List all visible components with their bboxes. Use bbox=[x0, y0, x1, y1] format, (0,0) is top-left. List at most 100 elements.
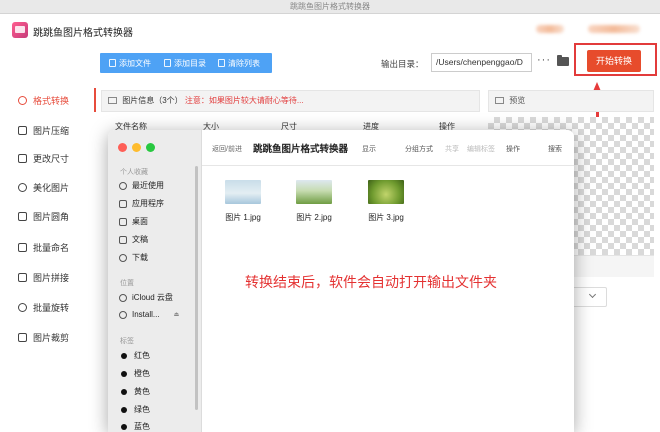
view-button[interactable]: 显示 bbox=[362, 144, 376, 154]
sidebar-item-compress[interactable]: 图片压缩 bbox=[0, 118, 96, 142]
rename-icon bbox=[18, 242, 27, 252]
finder-tag-label: 红色 bbox=[134, 351, 150, 360]
file-button-group: 添加文件 添加目录 清除列表 bbox=[100, 53, 272, 73]
finder-item-desktop[interactable]: 桌面 bbox=[119, 216, 148, 227]
add-file-button[interactable]: 添加文件 bbox=[100, 53, 160, 73]
file-name: 图片 1.jpg bbox=[225, 213, 261, 222]
app-header: 跳跳鱼图片格式转换器 bbox=[0, 14, 660, 46]
crop-icon bbox=[18, 332, 27, 342]
tag-dot-icon bbox=[121, 352, 127, 359]
tag-dot-icon bbox=[121, 423, 127, 430]
finder-tag-label: 黄色 bbox=[134, 387, 150, 396]
function-sidebar: 格式转换 图片压缩 更改尺寸 美化图片 图片圆角 批量命名 图片拼接 批量旋转 … bbox=[0, 82, 96, 432]
palette-icon bbox=[18, 182, 27, 192]
sidebar-item-format-convert[interactable]: 格式转换 bbox=[0, 88, 96, 112]
preview-header: 预览 bbox=[488, 90, 654, 112]
blurred-account-info bbox=[536, 25, 564, 33]
clear-list-button[interactable]: 清除列表 bbox=[214, 53, 272, 73]
applications-icon bbox=[119, 199, 127, 208]
sidebar-item-label: 批量旋转 bbox=[33, 302, 70, 313]
finder-item-applications[interactable]: 应用程序 bbox=[119, 198, 164, 209]
zoom-window-button[interactable] bbox=[146, 143, 155, 152]
finder-title: 跳跳鱼图片格式转换器 bbox=[253, 144, 349, 155]
finder-tag-red[interactable]: 红色 bbox=[119, 350, 150, 361]
back-forward-button[interactable]: 返回/前进 bbox=[212, 144, 242, 154]
edit-tags-button[interactable]: 编辑标签 bbox=[467, 144, 495, 154]
folder-icon[interactable] bbox=[557, 55, 569, 66]
more-options-button[interactable]: ··· bbox=[537, 54, 551, 66]
sidebar-item-label: 更改尺寸 bbox=[33, 153, 70, 164]
list-icon bbox=[108, 97, 117, 105]
document-icon bbox=[119, 235, 127, 244]
clock-icon bbox=[119, 181, 127, 190]
app-logo bbox=[12, 22, 28, 38]
group-button[interactable]: 分组方式 bbox=[405, 144, 433, 154]
image-thumbnail bbox=[296, 180, 332, 204]
action-button[interactable]: 操作 bbox=[506, 144, 520, 154]
minimize-window-button[interactable] bbox=[132, 143, 141, 152]
sidebar-item-rotate[interactable]: 批量旋转 bbox=[0, 295, 96, 319]
image-count: 图片信息（3个） bbox=[122, 96, 183, 105]
output-dir-field[interactable]: /Users/chenpenggao/D bbox=[431, 53, 532, 72]
finder-item-documents[interactable]: 文稿 bbox=[119, 234, 148, 245]
blurred-user-info bbox=[588, 25, 640, 33]
finder-tag-label: 蓝色 bbox=[134, 422, 150, 431]
compress-icon bbox=[18, 125, 27, 135]
eject-icon[interactable]: ⏏ bbox=[174, 311, 180, 318]
disk-icon bbox=[119, 310, 127, 319]
close-window-button[interactable] bbox=[118, 143, 127, 152]
window-titlebar: 跳跳鱼图片格式转换器 bbox=[0, 0, 660, 14]
image-icon bbox=[495, 97, 504, 105]
rotate-icon bbox=[18, 302, 27, 312]
finder-item-label: 文稿 bbox=[132, 235, 148, 244]
preview-title: 预览 bbox=[509, 96, 526, 105]
add-folder-icon bbox=[164, 59, 171, 67]
sidebar-item-crop[interactable]: 图片裁剪 bbox=[0, 325, 96, 349]
file-item[interactable]: 图片 3.jpg bbox=[358, 180, 414, 223]
sidebar-item-label: 格式转换 bbox=[33, 95, 70, 106]
sidebar-item-rename[interactable]: 批量命名 bbox=[0, 235, 96, 259]
finder-sidebar: 个人收藏 最近使用 应用程序 桌面 文稿 下载 位置 iCloud 云盘 Ins… bbox=[108, 130, 202, 432]
add-file-label: 添加文件 bbox=[119, 58, 151, 68]
finder-item-icloud[interactable]: iCloud 云盘 bbox=[119, 292, 173, 303]
file-item[interactable]: 图片 2.jpg bbox=[286, 180, 342, 223]
finder-item-label: 下载 bbox=[132, 253, 148, 262]
finder-tag-yellow[interactable]: 黄色 bbox=[119, 386, 150, 397]
tag-dot-icon bbox=[121, 406, 127, 413]
finder-item-downloads[interactable]: 下载 bbox=[119, 252, 148, 263]
add-folder-button[interactable]: 添加目录 bbox=[160, 53, 214, 73]
round-corner-icon bbox=[18, 211, 27, 221]
locations-header: 位置 bbox=[120, 280, 134, 287]
trash-icon bbox=[218, 59, 225, 67]
annotation-caption: 转换结束后，软件会自动打开输出文件夹 bbox=[245, 274, 497, 290]
image-thumbnail bbox=[368, 180, 404, 204]
finder-tag-blue[interactable]: 蓝色 bbox=[119, 421, 150, 432]
sidebar-item-label: 批量命名 bbox=[33, 242, 70, 253]
sidebar-scrollbar[interactable] bbox=[195, 166, 198, 410]
finder-item-label: Install... bbox=[132, 310, 160, 319]
sidebar-item-beautify[interactable]: 美化图片 bbox=[0, 175, 96, 199]
finder-tag-green[interactable]: 绿色 bbox=[119, 404, 150, 415]
search-button[interactable]: 搜索 bbox=[548, 144, 562, 154]
sidebar-item-label: 图片拼接 bbox=[33, 272, 70, 283]
finder-tag-orange[interactable]: 橙色 bbox=[119, 368, 150, 379]
file-item[interactable]: 图片 1.jpg bbox=[215, 180, 271, 223]
sidebar-item-stitch[interactable]: 图片拼接 bbox=[0, 265, 96, 289]
cloud-icon bbox=[119, 293, 127, 302]
refresh-icon bbox=[18, 95, 27, 105]
file-name: 图片 3.jpg bbox=[368, 213, 404, 222]
sidebar-item-round-corner[interactable]: 图片圆角 bbox=[0, 204, 96, 228]
share-button[interactable]: 共享 bbox=[445, 144, 459, 154]
finder-item-recents[interactable]: 最近使用 bbox=[119, 180, 164, 191]
add-file-icon bbox=[109, 59, 116, 67]
sidebar-item-resize[interactable]: 更改尺寸 bbox=[0, 146, 96, 170]
finder-item-install[interactable]: Install... ⏏ bbox=[119, 310, 179, 319]
highlight-box bbox=[574, 43, 657, 76]
image-thumbnail bbox=[225, 180, 261, 204]
finder-item-label: 最近使用 bbox=[132, 181, 164, 190]
stitch-icon bbox=[18, 272, 27, 282]
finder-tag-label: 绿色 bbox=[134, 405, 150, 414]
sidebar-item-label: 美化图片 bbox=[33, 182, 70, 193]
image-info-bar: 图片信息（3个） 注意：如果图片较大请耐心等待... bbox=[101, 90, 480, 112]
clear-list-label: 清除列表 bbox=[228, 58, 260, 68]
